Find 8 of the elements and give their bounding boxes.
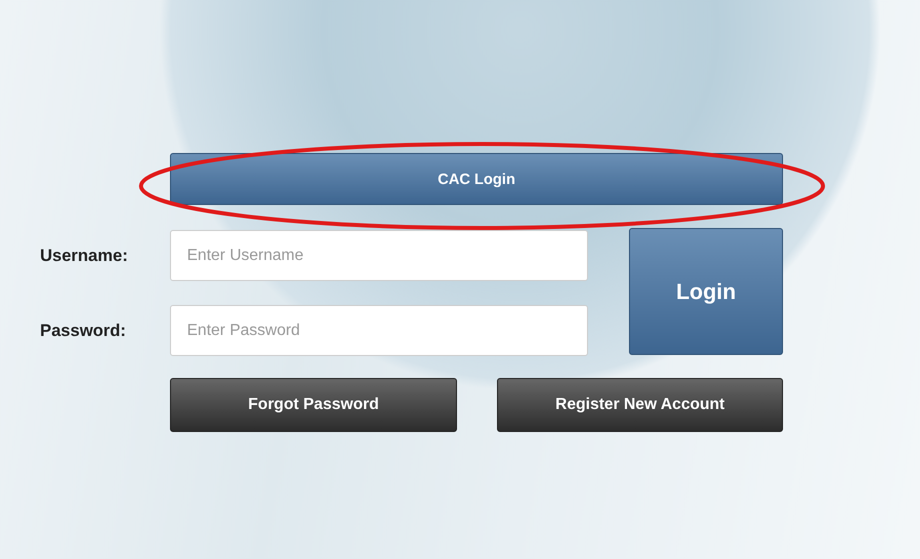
cac-login-button[interactable]: CAC Login (170, 153, 783, 205)
username-field[interactable]: Enter Username (170, 230, 588, 281)
register-button[interactable]: Register New Account (497, 378, 783, 432)
password-label: Password: (40, 320, 126, 340)
login-button[interactable]: Login (629, 228, 783, 355)
username-label: Username: (40, 246, 128, 266)
forgot-password-button[interactable]: Forgot Password (170, 378, 457, 432)
password-field[interactable]: Enter Password (170, 305, 588, 356)
